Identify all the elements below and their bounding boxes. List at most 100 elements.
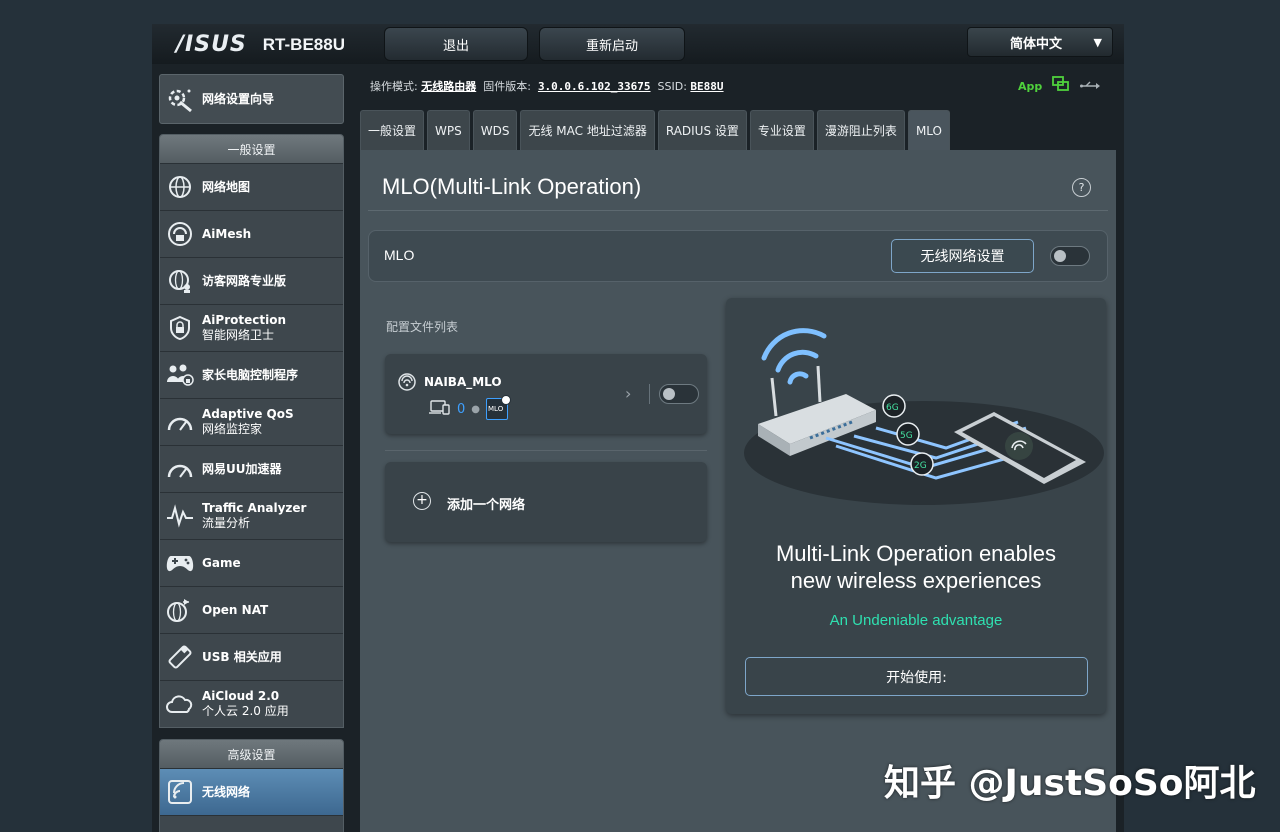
wifi-signal-icon	[761, 328, 827, 385]
sidebar-item-guest-network-pro[interactable]: 访客网路专业版	[160, 257, 343, 304]
speedometer-icon	[165, 407, 195, 437]
sidebar-item-label: AiProtection 智能网络卫士	[202, 313, 286, 342]
reboot-button[interactable]: 重新启动	[539, 27, 685, 61]
get-started-button[interactable]: 开始使用:	[745, 657, 1088, 696]
add-network-label: 添加一个网络	[447, 498, 526, 513]
profile-name: NAIBA_MLO	[424, 375, 502, 389]
tab-general[interactable]: 一般设置	[360, 110, 425, 150]
tab-wds[interactable]: WDS	[472, 110, 518, 150]
mlo-label: MLO	[384, 247, 415, 263]
tab-bar: 一般设置 WPS WDS 无线 MAC 地址过滤器 RADIUS 设置 专业设置…	[360, 110, 950, 150]
tab-mlo[interactable]: MLO	[907, 110, 950, 150]
sidebar-item-next[interactable]	[160, 815, 343, 832]
wireless-settings-button[interactable]: 无线网络设置	[891, 239, 1034, 273]
ssid-label: SSID:	[657, 80, 687, 93]
sidebar-item-wireless[interactable]: 无线网络	[160, 768, 343, 815]
device-count: 0	[457, 401, 466, 417]
profile-card[interactable]: NAIBA_MLO 0 ● MLO ›	[385, 354, 707, 434]
sidebar-item-aimesh[interactable]: AiMesh	[160, 210, 343, 257]
guest-globe-icon	[165, 266, 195, 296]
sidebar-item-uu-booster[interactable]: 网易UU加速器	[160, 445, 343, 492]
speedometer-icon	[165, 454, 195, 484]
tab-radius[interactable]: RADIUS 设置	[657, 110, 747, 150]
card-separator	[649, 384, 650, 404]
sidebar-item-label: 无线网络	[202, 784, 251, 799]
cloud-icon	[165, 689, 195, 719]
sidebar-item-adaptive-qos[interactable]: Adaptive QoS 网络监控家	[160, 398, 343, 445]
main-content: MLO(Multi-Link Operation) ? MLO 无线网络设置 配…	[360, 150, 1116, 832]
tab-professional[interactable]: 专业设置	[749, 110, 814, 150]
brand: /ISUS RT-BE88U	[176, 32, 345, 57]
tab-mac-filter[interactable]: 无线 MAC 地址过滤器	[520, 110, 655, 150]
promo-subtitle: An Undeniable advantage	[829, 612, 1003, 629]
mlo-badge-icon: MLO	[486, 395, 512, 420]
router-admin-window: /ISUS RT-BE88U 退出 重新启动 简体中文 ▼ 网络设置向导 一般设…	[152, 24, 1124, 832]
wizard-wand-icon	[165, 84, 195, 114]
mlo-illustration: 6G 5G 2G	[744, 328, 1104, 505]
promo-title-line1: Multi-Link Operation enables	[775, 541, 1057, 566]
badge-dot	[501, 395, 512, 405]
ssid-value-link[interactable]: BE88U	[690, 80, 723, 93]
promo-title-line2: new wireless experiences	[790, 568, 1042, 593]
profile-toggle[interactable]	[659, 384, 699, 404]
meta-dot: ●	[471, 403, 481, 415]
sidebar-item-parental-controls[interactable]: 家长电脑控制程序	[160, 351, 343, 398]
family-icon	[165, 360, 195, 390]
chevron-down-icon: ▼	[1093, 36, 1102, 49]
group-title-general: 一般设置	[160, 135, 343, 163]
band-6g-label: 6G	[886, 403, 899, 413]
shield-lock-icon	[165, 313, 195, 343]
plus-circle-icon: +	[413, 492, 431, 510]
tab-roaming-block[interactable]: 漫游阻止列表	[816, 110, 905, 150]
status-icons: App	[1018, 76, 1101, 96]
mlo-profile-icon	[397, 372, 417, 396]
mlo-badge-text: MLO	[488, 405, 504, 413]
status-line: 操作模式: 无线路由器 固件版本: 3.0.0.6.102_33675 SSID…	[370, 78, 724, 94]
help-icon[interactable]: ?	[1072, 178, 1091, 197]
mode-value-link[interactable]: 无线路由器	[421, 80, 476, 93]
language-value: 简体中文	[1010, 36, 1063, 52]
app-link[interactable]: App	[1018, 80, 1042, 93]
sidebar-item-label: AiCloud 2.0 个人云 2.0 应用	[202, 689, 289, 718]
sidebar-item-traffic-analyzer[interactable]: Traffic Analyzer 流量分析	[160, 492, 343, 539]
sidebar-item-label: 家长电脑控制程序	[202, 367, 299, 382]
language-select[interactable]: 简体中文 ▼	[967, 27, 1113, 57]
sidebar-item-open-nat[interactable]: Open NAT	[160, 586, 343, 633]
devices-icon	[429, 399, 451, 419]
toggle-knob	[1054, 250, 1066, 262]
tab-wps[interactable]: WPS	[427, 110, 470, 150]
sidebar-item-usb-apps[interactable]: USB 相关应用	[160, 633, 343, 680]
sidebar-item-label: 网络地图	[202, 179, 251, 194]
mlo-toggle[interactable]	[1050, 246, 1090, 266]
band-6g-bubble: 6G	[882, 394, 906, 418]
firmware-value-link[interactable]: 3.0.0.6.102_33675	[538, 80, 651, 93]
band-5g-label: 5G	[900, 431, 913, 441]
band-2g-bubble: 2G	[910, 452, 934, 476]
mlo-setting-row: MLO 无线网络设置	[368, 230, 1108, 282]
sidebar-item-game[interactable]: Game	[160, 539, 343, 586]
logout-button[interactable]: 退出	[384, 27, 528, 61]
asus-logo: /ISUS	[176, 32, 247, 57]
sidebar-item-network-map[interactable]: 网络地图	[160, 163, 343, 210]
add-network-card[interactable]: + 添加一个网络	[385, 462, 707, 542]
wifi-icon	[165, 777, 195, 807]
sidebar-item-aicloud[interactable]: AiCloud 2.0 个人云 2.0 应用	[160, 680, 343, 727]
network-globe-icon	[165, 595, 195, 625]
mode-label: 操作模式:	[370, 80, 418, 93]
model-name: RT-BE88U	[262, 34, 345, 54]
sidebar-item-label: Adaptive QoS 网络监控家	[202, 407, 294, 436]
band-2g-label: 2G	[914, 461, 927, 471]
pulse-chart-icon	[165, 501, 195, 531]
general-settings-group: 一般设置 网络地图 AiMesh 访客网路专业版 AiProtection 智能…	[159, 134, 344, 728]
aimesh-icon	[165, 219, 195, 249]
sidebar-item-label: Open NAT	[202, 602, 269, 617]
sidebar-item-aiprotection[interactable]: AiProtection 智能网络卫士	[160, 304, 343, 351]
chevron-right-icon[interactable]: ›	[625, 384, 631, 403]
network-status-icon[interactable]	[1052, 76, 1070, 96]
profile-meta: 0 ● MLO	[429, 395, 512, 420]
sidebar-item-setup-wizard[interactable]: 网络设置向导	[159, 74, 344, 124]
usb-drive-icon	[165, 642, 195, 672]
group-title-advanced: 高级设置	[160, 740, 343, 768]
sidebar-item-label: 网易UU加速器	[202, 461, 282, 476]
usb-status-icon[interactable]	[1080, 77, 1101, 96]
